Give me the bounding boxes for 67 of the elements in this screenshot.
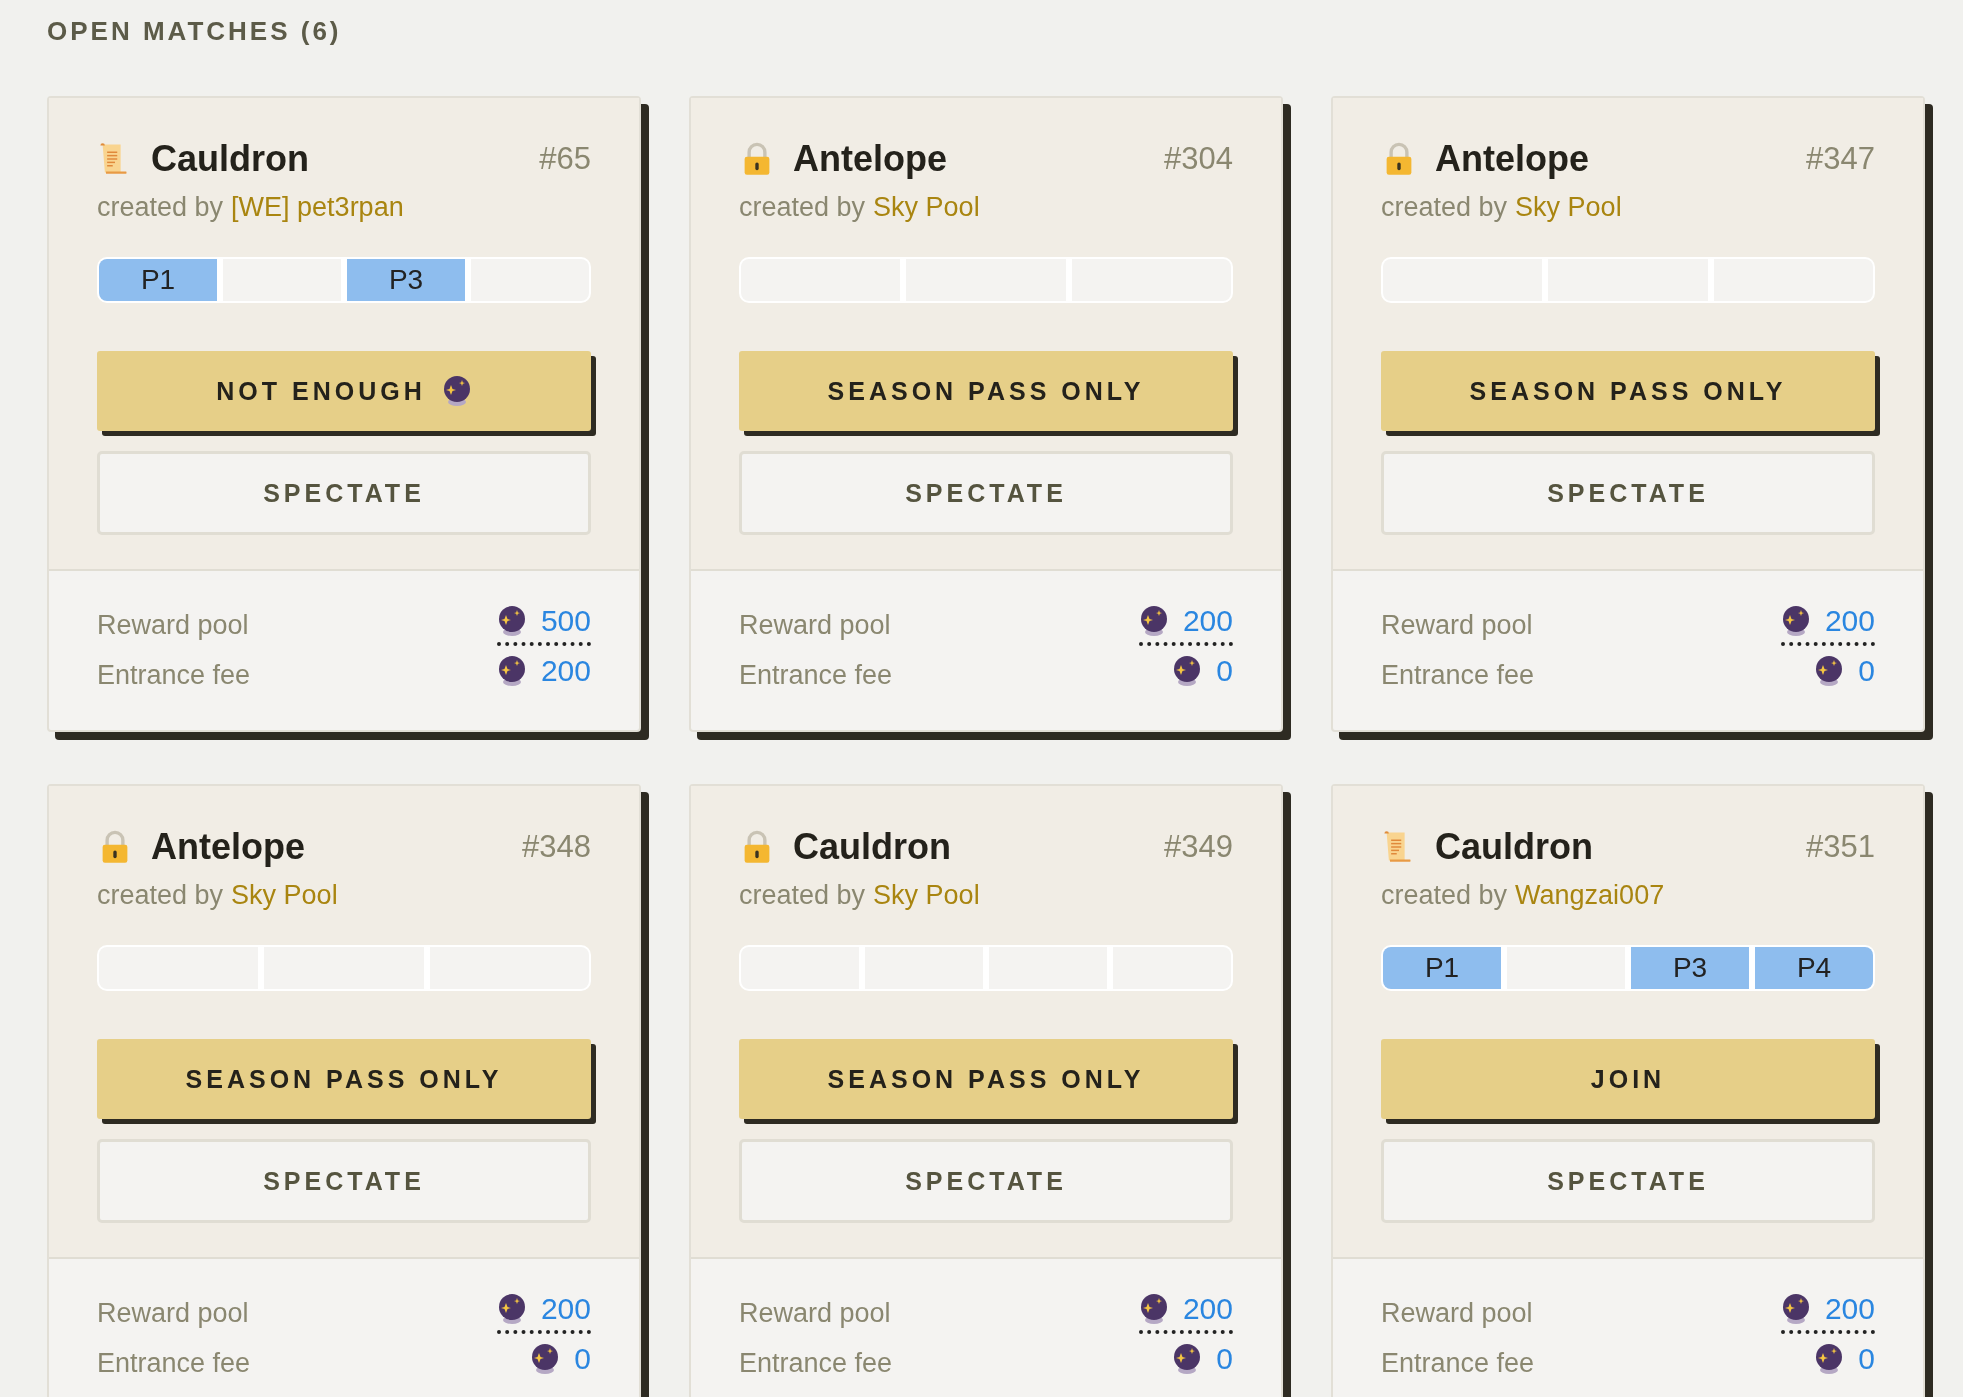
created-by-label: created by [739, 880, 866, 911]
match-number: #304 [1164, 141, 1233, 177]
stat-label: Entrance fee [97, 659, 251, 691]
stat-value: 200 [1182, 1292, 1233, 1326]
created-by-label: created by [1381, 192, 1508, 223]
stat-value: 0 [1858, 654, 1875, 688]
player-slot: P3 [1631, 947, 1749, 989]
crystal-ball-icon [496, 1293, 527, 1325]
match-name: Antelope [793, 138, 947, 180]
crystal-ball-icon [441, 375, 472, 407]
created-by-label: created by [1381, 880, 1508, 911]
crystal-ball-icon [496, 605, 527, 637]
stat-label: Reward pool [739, 609, 891, 641]
crystal-ball-icon [1780, 1293, 1811, 1325]
stat-value: 500 [540, 604, 591, 638]
stat-label: Reward pool [1381, 609, 1533, 641]
match-number: #65 [539, 141, 591, 177]
stat-label: Entrance fee [739, 659, 893, 691]
player-slot: P1 [1383, 947, 1501, 989]
stat-label: Entrance fee [739, 1347, 893, 1379]
match-number: #351 [1806, 829, 1875, 865]
match-name: Cauldron [151, 138, 309, 180]
match-name: Cauldron [793, 826, 951, 868]
created-by-label: created by [739, 192, 866, 223]
stat-label: Entrance fee [1381, 659, 1535, 691]
match-name: Cauldron [1435, 826, 1593, 868]
stat-label: Entrance fee [97, 1347, 251, 1379]
crystal-ball-icon [1780, 605, 1811, 637]
stat-label: Reward pool [97, 1297, 249, 1329]
stat-value: 200 [1182, 604, 1233, 638]
stat-value: 200 [1824, 1292, 1875, 1326]
crystal-ball-icon [496, 655, 527, 687]
spectate-button[interactable]: SPECTATE [1381, 1139, 1875, 1223]
stat-value: 0 [1216, 654, 1233, 688]
player-slot: P4 [1755, 947, 1873, 989]
match-name: Antelope [151, 826, 305, 868]
stat-value: 200 [540, 654, 591, 688]
spectate-button[interactable]: SPECTATE [739, 1139, 1233, 1223]
crystal-ball-icon [1172, 1343, 1203, 1375]
match-number: #348 [522, 829, 591, 865]
created-by-label: created by [97, 192, 224, 223]
match-name: Antelope [1435, 138, 1589, 180]
crystal-ball-icon [530, 1343, 561, 1375]
stat-value: 0 [1858, 1342, 1875, 1376]
spectate-button[interactable]: SPECTATE [97, 1139, 591, 1223]
stat-value: 200 [540, 1292, 591, 1326]
stat-label: Reward pool [1381, 1297, 1533, 1329]
spectate-button[interactable]: SPECTATE [97, 451, 591, 535]
stat-label: Entrance fee [1381, 1347, 1535, 1379]
stat-value: 0 [574, 1342, 591, 1376]
stat-value: 200 [1824, 604, 1875, 638]
crystal-ball-icon [1814, 1343, 1845, 1375]
player-slot: P3 [347, 259, 465, 301]
spectate-button[interactable]: SPECTATE [1381, 451, 1875, 535]
crystal-ball-icon [1814, 655, 1845, 687]
player-slot: P1 [99, 259, 217, 301]
crystal-ball-icon [1172, 655, 1203, 687]
match-number: #347 [1806, 141, 1875, 177]
stat-value: 0 [1216, 1342, 1233, 1376]
spectate-button[interactable]: SPECTATE [739, 451, 1233, 535]
crystal-ball-icon [1138, 1293, 1169, 1325]
match-number: #349 [1164, 829, 1233, 865]
crystal-ball-icon [1138, 605, 1169, 637]
section-heading: OPEN MATCHES (6) [47, 15, 343, 48]
created-by-label: created by [97, 880, 224, 911]
stat-label: Reward pool [97, 609, 249, 641]
stat-label: Reward pool [739, 1297, 891, 1329]
